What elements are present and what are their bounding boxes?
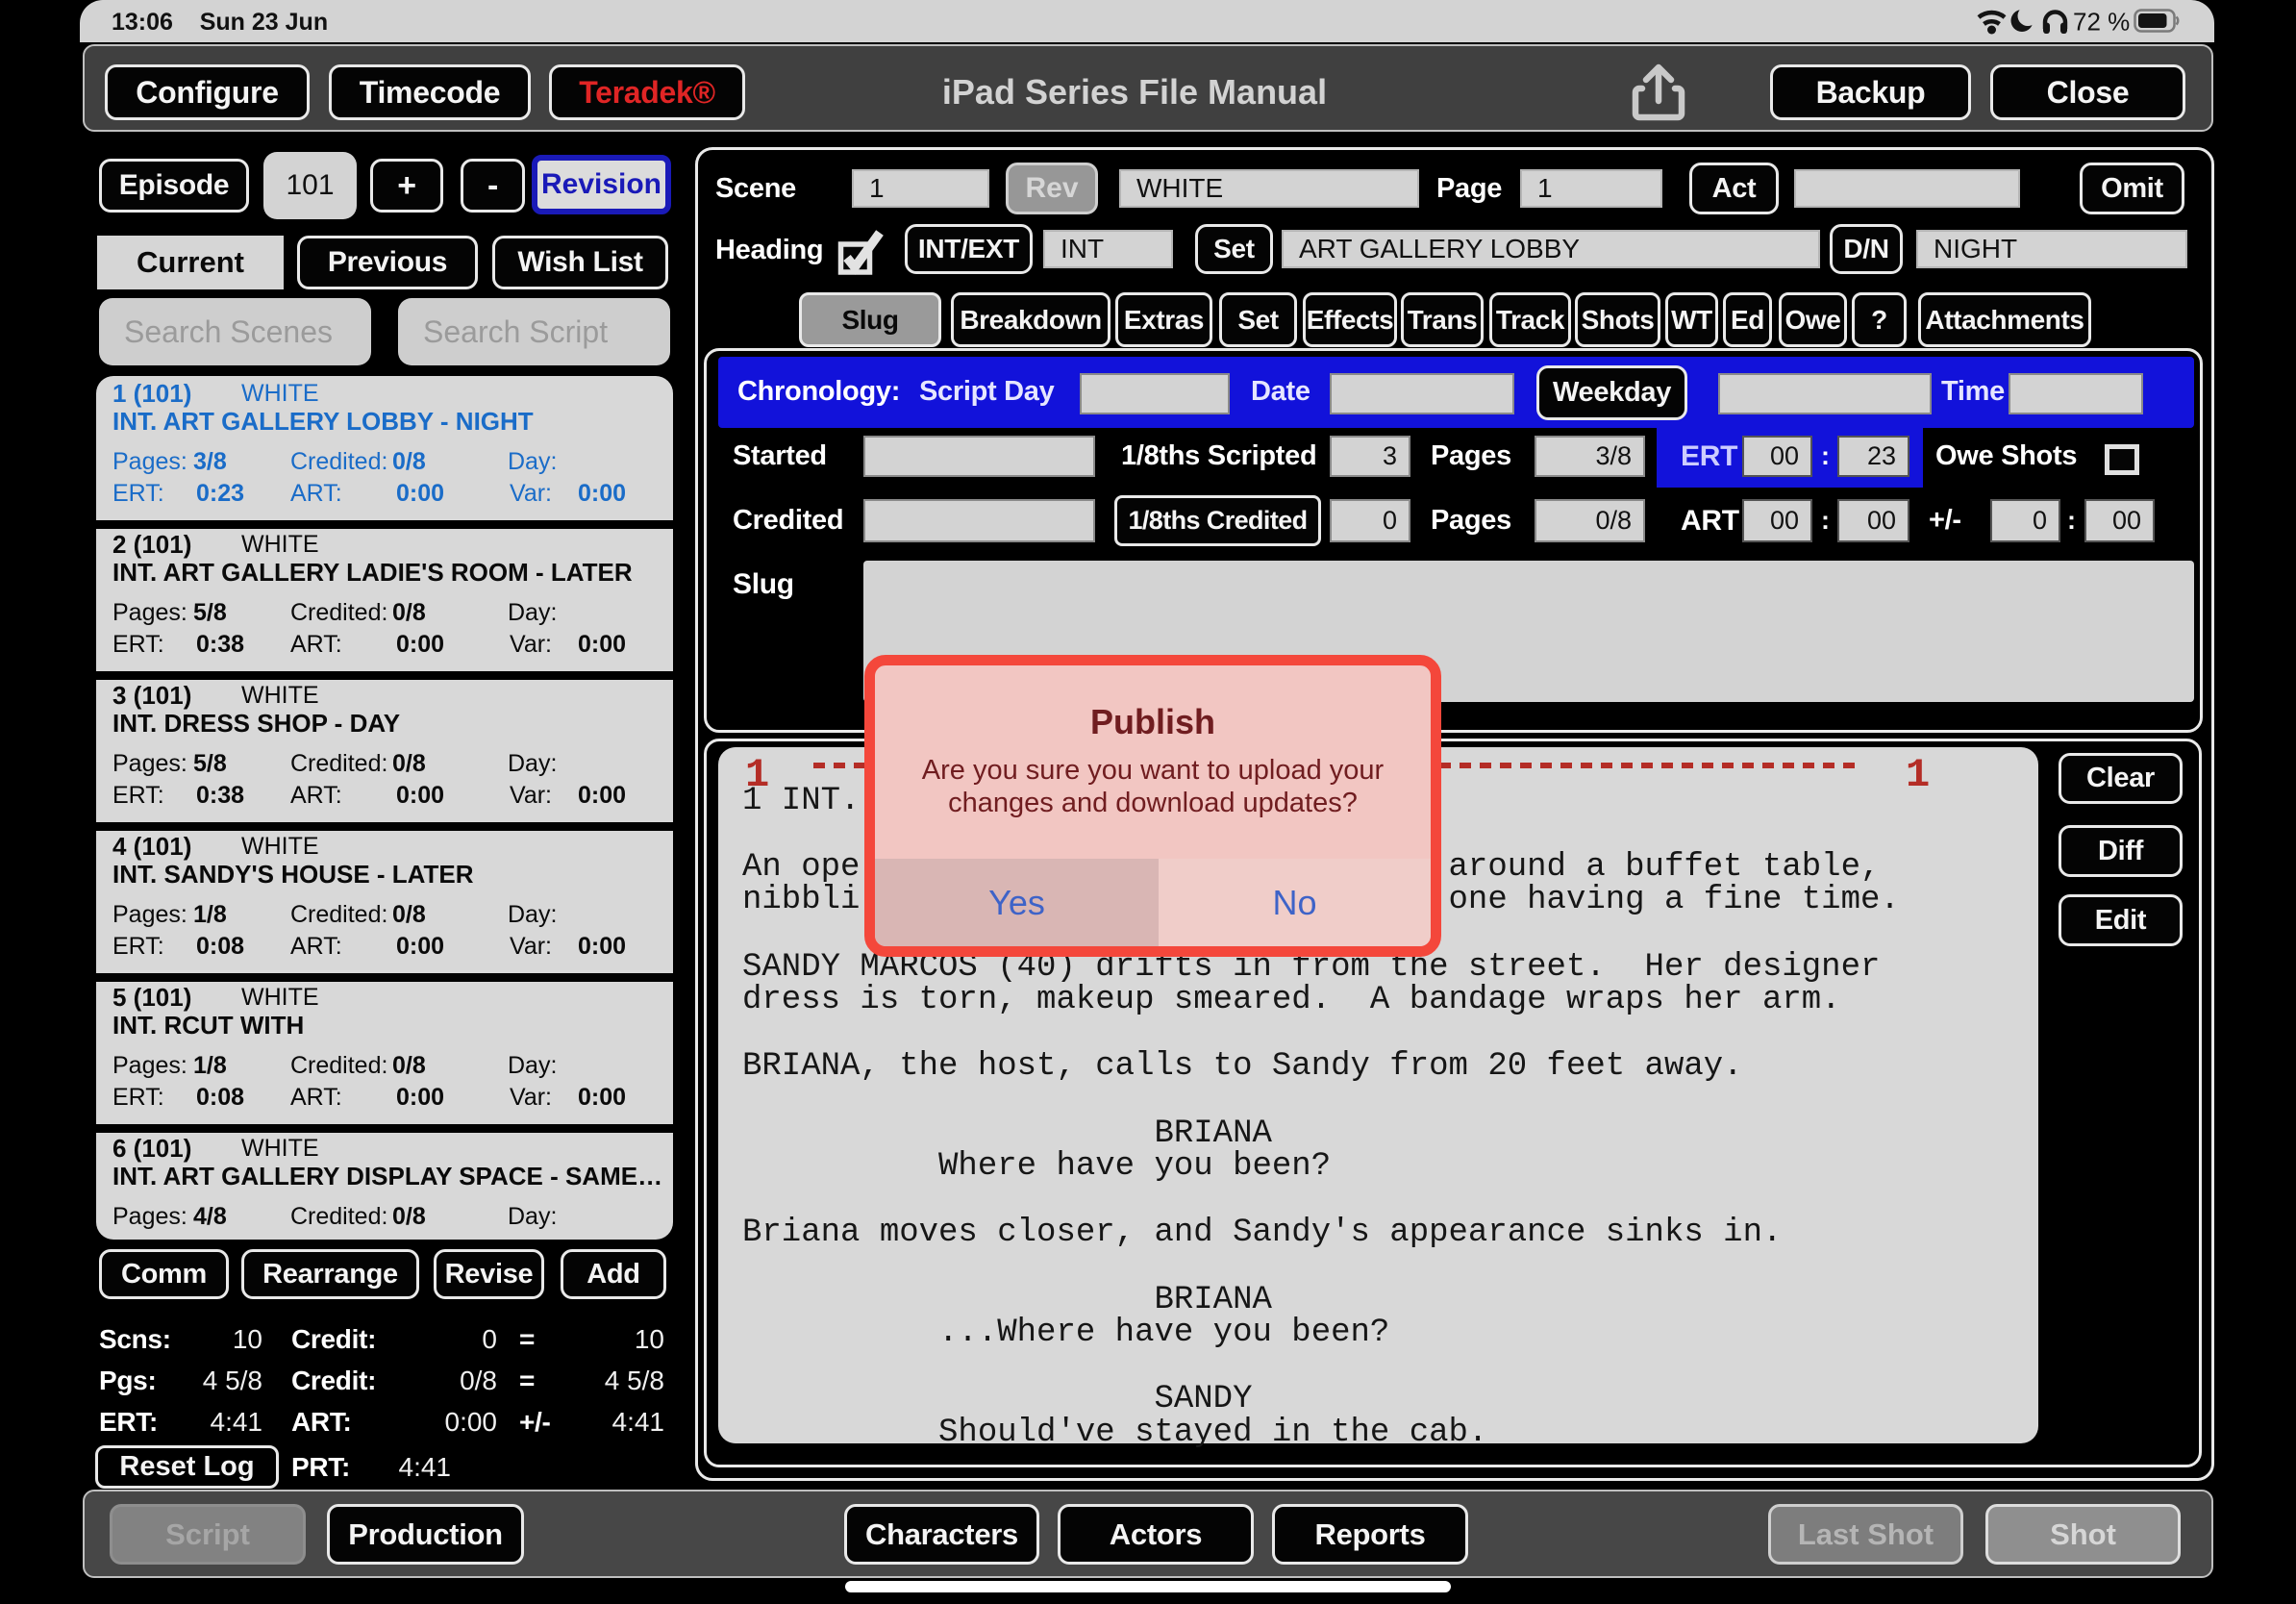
svg-text:72 %: 72 % xyxy=(2073,8,2130,37)
